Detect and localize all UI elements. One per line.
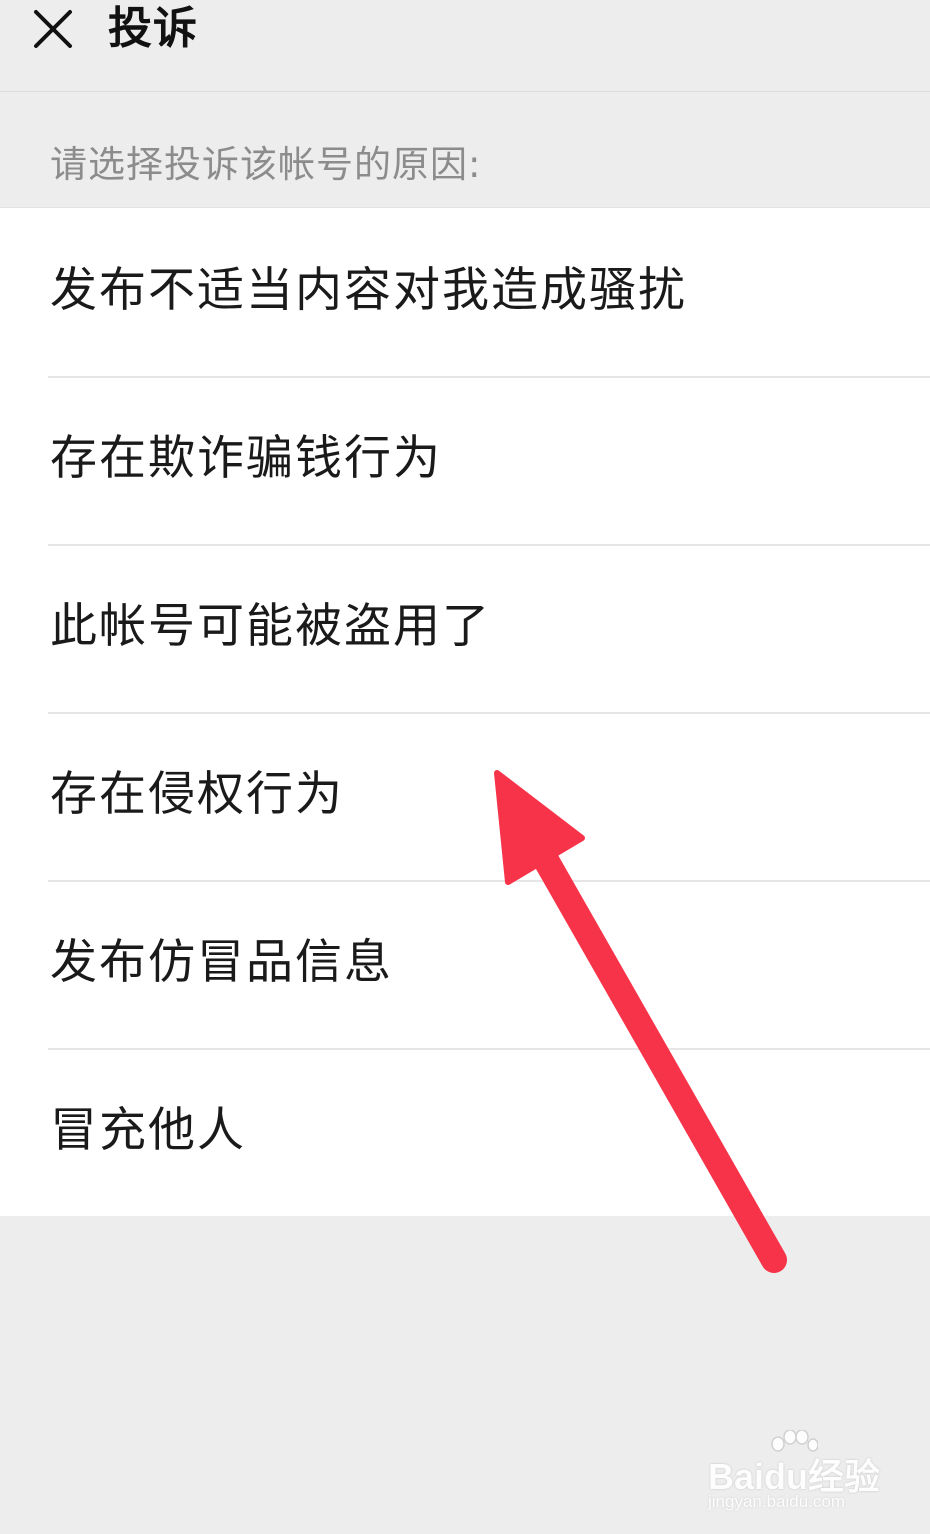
- baidu-watermark: Baidu经验 jingyan.baidu.com: [708, 1430, 880, 1511]
- page-title: 投诉: [108, 3, 198, 54]
- top-bar: 投诉: [0, 0, 930, 92]
- reason-item-harassment[interactable]: 发布不适当内容对我造成骚扰: [0, 208, 930, 376]
- reason-label: 此帐号可能被盗用了: [50, 599, 491, 654]
- reason-item-infringement[interactable]: 存在侵权行为: [0, 712, 930, 880]
- reason-label: 存在侵权行为: [50, 767, 344, 822]
- reason-item-counterfeit[interactable]: 发布仿冒品信息: [0, 880, 930, 1048]
- watermark-url: jingyan.baidu.com: [708, 1492, 846, 1511]
- close-icon: [34, 10, 72, 48]
- reason-item-impersonation[interactable]: 冒充他人: [0, 1048, 930, 1216]
- reason-label: 发布仿冒品信息: [50, 935, 393, 990]
- close-button[interactable]: [28, 4, 78, 54]
- reason-label: 冒充他人: [50, 1103, 246, 1158]
- reason-list: 发布不适当内容对我造成骚扰 存在欺诈骗钱行为 此帐号可能被盗用了 存在侵权行为 …: [0, 207, 930, 1216]
- reason-label: 存在欺诈骗钱行为: [50, 431, 442, 486]
- reason-item-fraud[interactable]: 存在欺诈骗钱行为: [0, 376, 930, 544]
- reason-label: 发布不适当内容对我造成骚扰: [50, 263, 687, 318]
- reason-prompt: 请选择投诉该帐号的原因:: [50, 143, 482, 186]
- reason-item-account-stolen[interactable]: 此帐号可能被盗用了: [0, 544, 930, 712]
